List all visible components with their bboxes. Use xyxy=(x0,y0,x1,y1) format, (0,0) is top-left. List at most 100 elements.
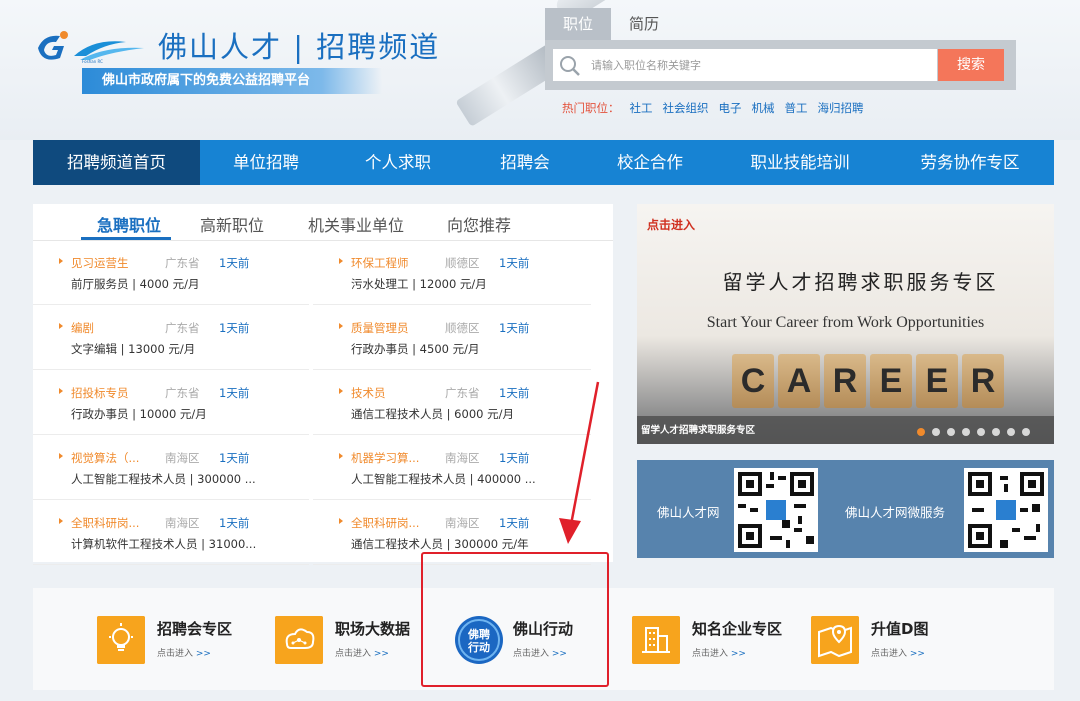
banner-subtitle: Start Your Career from Work Opportunitie… xyxy=(706,314,985,331)
job-description: 通信工程技术人员 | 300000 元/年 xyxy=(351,537,529,551)
carousel-dot[interactable] xyxy=(917,428,925,436)
search-tab-resume[interactable]: 简历 xyxy=(611,8,677,40)
quick-link-big-data[interactable]: 职场大数据 点击进入 >> xyxy=(275,612,435,668)
quick-link-enter: 点击进入 >> xyxy=(335,646,389,659)
active-tab-underline xyxy=(81,237,171,240)
job-title[interactable]: 编剧 xyxy=(71,320,94,336)
hot-item[interactable]: 社工 xyxy=(630,100,653,116)
job-card[interactable]: 见习运营生 广东省 1天前 前厅服务员 | 4000 元/月 xyxy=(33,247,309,305)
jobs-panel: 急聘职位 高新职位 机关事业单位 向您推荐 见习运营生 广东省 1天前 前厅服务员 |… xyxy=(33,204,613,565)
bulb-icon xyxy=(97,616,145,664)
map-pin-icon xyxy=(811,616,859,664)
job-description: 通信工程技术人员 | 6000 元/月 xyxy=(351,407,514,421)
job-area: 南海区 xyxy=(165,451,200,465)
job-title[interactable]: 环保工程师 xyxy=(351,255,409,271)
hot-item[interactable]: 普工 xyxy=(785,100,808,116)
quick-link-enter: 点击进入 >> xyxy=(871,646,925,659)
overseas-talent-banner[interactable]: 点击进入 留学人才招聘求职服务专区 Start Your Career from… xyxy=(637,204,1054,444)
nav-item-job-seeking[interactable]: 个人求职 xyxy=(332,140,464,185)
job-time: 1天前 xyxy=(499,386,530,400)
job-card[interactable]: 招投标专员 广东省 1天前 行政办事员 | 10000 元/月 xyxy=(33,377,309,435)
quick-link-arrow: >> xyxy=(195,649,211,659)
quick-link-enter-text: 点击进入 xyxy=(157,649,194,659)
carousel-dot[interactable] xyxy=(962,428,970,436)
job-area: 顺德区 xyxy=(445,256,480,270)
job-tabs: 急聘职位 高新职位 机关事业单位 向您推荐 xyxy=(33,204,613,241)
job-bullet-icon xyxy=(339,388,343,394)
hot-positions: 热门职位： 社工 社会组织 电子 机械 普工 海归招聘 xyxy=(562,100,864,116)
job-tab-high-tech[interactable]: 高新职位 xyxy=(200,212,264,236)
quick-link-enter-text: 点击进入 xyxy=(692,649,729,659)
job-description: 人工智能工程技术人员 | 400000 ... xyxy=(351,472,536,486)
job-tab-public-institution[interactable]: 机关事业单位 xyxy=(308,212,404,236)
banner-caption: 留学人才招聘求职服务专区 xyxy=(641,425,756,436)
carousel-dot[interactable] xyxy=(947,428,955,436)
carousel-dot[interactable] xyxy=(932,428,940,436)
job-title[interactable]: 全职科研岗... xyxy=(351,515,419,531)
job-bullet-icon xyxy=(339,323,343,329)
job-card[interactable]: 环保工程师 顺德区 1天前 污水处理工 | 12000 元/月 xyxy=(313,247,591,305)
career-block: E xyxy=(870,354,912,408)
svg-text:Foshan RC: Foshan RC xyxy=(82,59,103,64)
job-title[interactable]: 视觉算法（... xyxy=(71,450,139,466)
job-description: 行政办事员 | 4500 元/月 xyxy=(351,342,480,356)
career-block: C xyxy=(732,354,774,408)
annotation-highlight-box xyxy=(421,552,609,687)
search-input-wrapper xyxy=(553,49,937,81)
job-area: 南海区 xyxy=(445,451,480,465)
job-description: 计算机软件工程技术人员 | 31000... xyxy=(71,537,257,551)
search-box: 搜索 xyxy=(545,40,1016,90)
job-title[interactable]: 招投标专员 xyxy=(71,385,129,401)
building-icon xyxy=(632,616,680,664)
hot-item[interactable]: 社会组织 xyxy=(663,100,709,116)
quick-link-job-fair[interactable]: 招聘会专区 点击进入 >> xyxy=(97,612,257,668)
nav-item-labor-cooperation[interactable]: 劳务协作专区 xyxy=(886,140,1054,185)
nav-item-home[interactable]: 招聘频道首页 xyxy=(33,140,200,185)
job-card[interactable]: 全职科研岗... 南海区 1天前 计算机软件工程技术人员 | 31000... xyxy=(33,507,309,565)
nav-item-job-fair[interactable]: 招聘会 xyxy=(464,140,586,185)
qr-label-site: 佛山人才网 xyxy=(657,505,720,520)
job-bullet-icon xyxy=(59,388,63,394)
qr-label-wechat: 佛山人才网微服务 xyxy=(845,505,946,520)
nav-item-company-recruit[interactable]: 单位招聘 xyxy=(200,140,332,185)
job-description: 行政办事员 | 10000 元/月 xyxy=(71,407,207,421)
job-time: 1天前 xyxy=(219,321,250,335)
career-block: E xyxy=(916,354,958,408)
search-tab-position[interactable]: 职位 xyxy=(545,8,612,40)
site-logo-icon[interactable]: Foshan RC xyxy=(34,28,150,64)
quick-link-famous-companies[interactable]: 知名企业专区 点击进入 >> xyxy=(632,612,792,668)
quick-link-arrow: >> xyxy=(373,649,389,659)
job-bullet-icon xyxy=(59,323,63,329)
qr-code-icon xyxy=(964,468,1048,552)
job-title[interactable]: 见习运营生 xyxy=(71,255,129,271)
job-area: 广东省 xyxy=(165,321,200,335)
nav-item-school-enterprise[interactable]: 校企合作 xyxy=(586,140,714,185)
job-time: 1天前 xyxy=(219,451,250,465)
hot-item[interactable]: 电子 xyxy=(719,100,742,116)
site-subtitle: 佛山市政府属下的免费公益招聘平台 xyxy=(82,68,382,94)
hot-item[interactable]: 机械 xyxy=(752,100,775,116)
qr-code-panel: 佛山人才网 佛山人才网微服务 xyxy=(637,460,1054,558)
carousel-dot[interactable] xyxy=(1022,428,1030,436)
job-title[interactable]: 机器学习算... xyxy=(351,450,419,466)
job-tab-recommend[interactable]: 向您推荐 xyxy=(447,212,511,236)
carousel-dot[interactable] xyxy=(1007,428,1015,436)
job-bullet-icon xyxy=(339,258,343,264)
carousel-dot[interactable] xyxy=(992,428,1000,436)
career-blocks: C A R E E R xyxy=(732,354,1004,408)
search-button[interactable]: 搜索 xyxy=(938,49,1004,81)
job-title[interactable]: 技术员 xyxy=(351,385,386,401)
job-card[interactable]: 质量管理员 顺德区 1天前 行政办事员 | 4500 元/月 xyxy=(313,312,591,370)
hot-item[interactable]: 海归招聘 xyxy=(818,100,864,116)
banner-enter-label: 点击进入 xyxy=(647,218,696,232)
search-input[interactable] xyxy=(591,49,931,81)
carousel-dot[interactable] xyxy=(977,428,985,436)
quick-link-value-map[interactable]: 升值D图 点击进入 >> xyxy=(811,612,971,668)
job-card[interactable]: 编剧 广东省 1天前 文字编辑 | 13000 元/月 xyxy=(33,312,309,370)
job-tab-urgent[interactable]: 急聘职位 xyxy=(97,212,161,236)
job-title[interactable]: 全职科研岗... xyxy=(71,515,139,531)
job-card[interactable]: 视觉算法（... 南海区 1天前 人工智能工程技术人员 | 300000 ... xyxy=(33,442,309,500)
job-title[interactable]: 质量管理员 xyxy=(351,320,409,336)
job-time: 1天前 xyxy=(219,256,250,270)
nav-item-skills-training[interactable]: 职业技能培训 xyxy=(714,140,886,185)
